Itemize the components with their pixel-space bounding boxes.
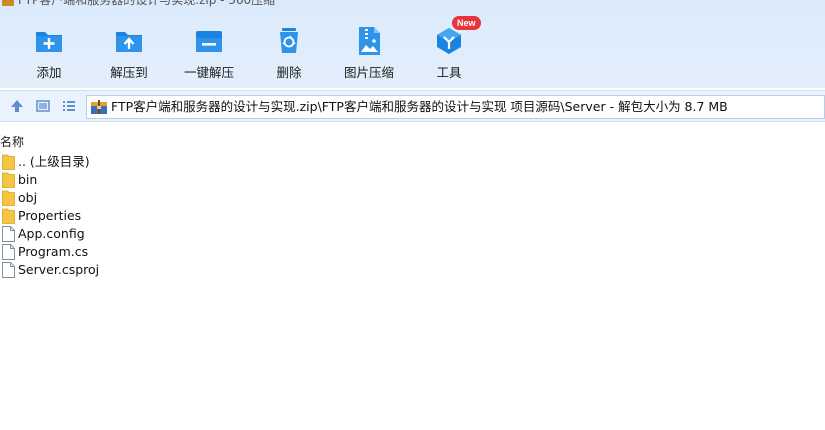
list-item-app-config[interactable]: App.config xyxy=(0,225,825,243)
address-path: FTP客户端和服务器的设计与实现.zip\FTP客户端和服务器的设计与实现 项目… xyxy=(111,99,728,114)
extract-to-label: 解压到 xyxy=(110,65,148,80)
one-click-extract-icon xyxy=(196,31,222,52)
address-row: FTP客户端和服务器的设计与实现.zip\FTP客户端和服务器的设计与实现 项目… xyxy=(0,90,825,122)
file-icon xyxy=(2,226,15,242)
tools-label: 工具 xyxy=(436,65,462,80)
folder-icon xyxy=(2,208,15,224)
image-compress-button[interactable]: 图片压缩 xyxy=(332,14,406,84)
extract-to-icon xyxy=(116,32,142,52)
add-label: 添加 xyxy=(36,65,62,80)
image-compress-icon xyxy=(359,27,380,55)
list-item-name: Server.csproj xyxy=(18,262,100,277)
one-click-extract-button[interactable]: 一键解压 xyxy=(172,14,246,84)
file-icon xyxy=(2,262,15,278)
list-item-program-cs[interactable]: Program.cs xyxy=(0,243,825,261)
list-item-properties[interactable]: Properties xyxy=(0,207,825,225)
toolbar-area: FTP客户端和服务器的设计与实现.zip - 360压缩 添加 解压到 一键解压… xyxy=(0,0,825,88)
one-click-extract-label: 一键解压 xyxy=(183,65,234,80)
list-item-name: Properties xyxy=(18,208,82,223)
list-item-name: bin xyxy=(18,172,38,187)
file-list: .. (上级目录) bin obj Properties App.config … xyxy=(0,153,825,279)
file-icon xyxy=(2,244,15,260)
extract-to-button[interactable]: 解压到 xyxy=(94,14,164,84)
list-item-name: .. (上级目录) xyxy=(18,154,90,169)
image-compress-label: 图片压缩 xyxy=(343,65,394,80)
delete-label: 删除 xyxy=(276,65,302,80)
folder-icon xyxy=(2,172,15,188)
delete-icon xyxy=(280,28,298,53)
column-header[interactable]: 名称 xyxy=(0,131,825,149)
delete-button[interactable]: 删除 xyxy=(254,14,324,84)
window-title: FTP客户端和服务器的设计与实现.zip - 360压缩 xyxy=(18,0,276,7)
toolbar: 添加 解压到 一键解压 删除 图片压缩 New 工具 xyxy=(0,14,825,84)
tools-icon xyxy=(437,28,461,54)
zip-archive-icon xyxy=(91,100,107,114)
app-icon xyxy=(2,0,14,6)
add-button[interactable]: 添加 xyxy=(14,14,84,84)
folder-icon xyxy=(2,154,15,170)
app-window: FTP客户端和服务器的设计与实现.zip - 360压缩 添加 解压到 一键解压… xyxy=(0,0,825,430)
list-item-name: Program.cs xyxy=(18,244,89,259)
list-item-name: obj xyxy=(18,190,38,205)
new-badge: New xyxy=(452,16,481,30)
up-arrow-icon[interactable] xyxy=(9,98,25,114)
list-item-bin[interactable]: bin xyxy=(0,171,825,189)
column-name-label: 名称 xyxy=(0,135,25,149)
title-bar: FTP客户端和服务器的设计与实现.zip - 360压缩 xyxy=(0,0,825,9)
folder-icon xyxy=(2,190,15,206)
address-bar[interactable]: FTP客户端和服务器的设计与实现.zip\FTP客户端和服务器的设计与实现 项目… xyxy=(86,95,825,119)
tools-button[interactable]: New 工具 xyxy=(414,14,484,84)
add-icon xyxy=(36,32,62,52)
thumbnail-view-icon[interactable] xyxy=(35,98,51,114)
list-item-name: App.config xyxy=(18,226,85,241)
list-view-icon[interactable] xyxy=(61,98,77,114)
list-item-server-csproj[interactable]: Server.csproj xyxy=(0,261,825,279)
list-item-parent[interactable]: .. (上级目录) xyxy=(0,153,825,171)
list-item-obj[interactable]: obj xyxy=(0,189,825,207)
